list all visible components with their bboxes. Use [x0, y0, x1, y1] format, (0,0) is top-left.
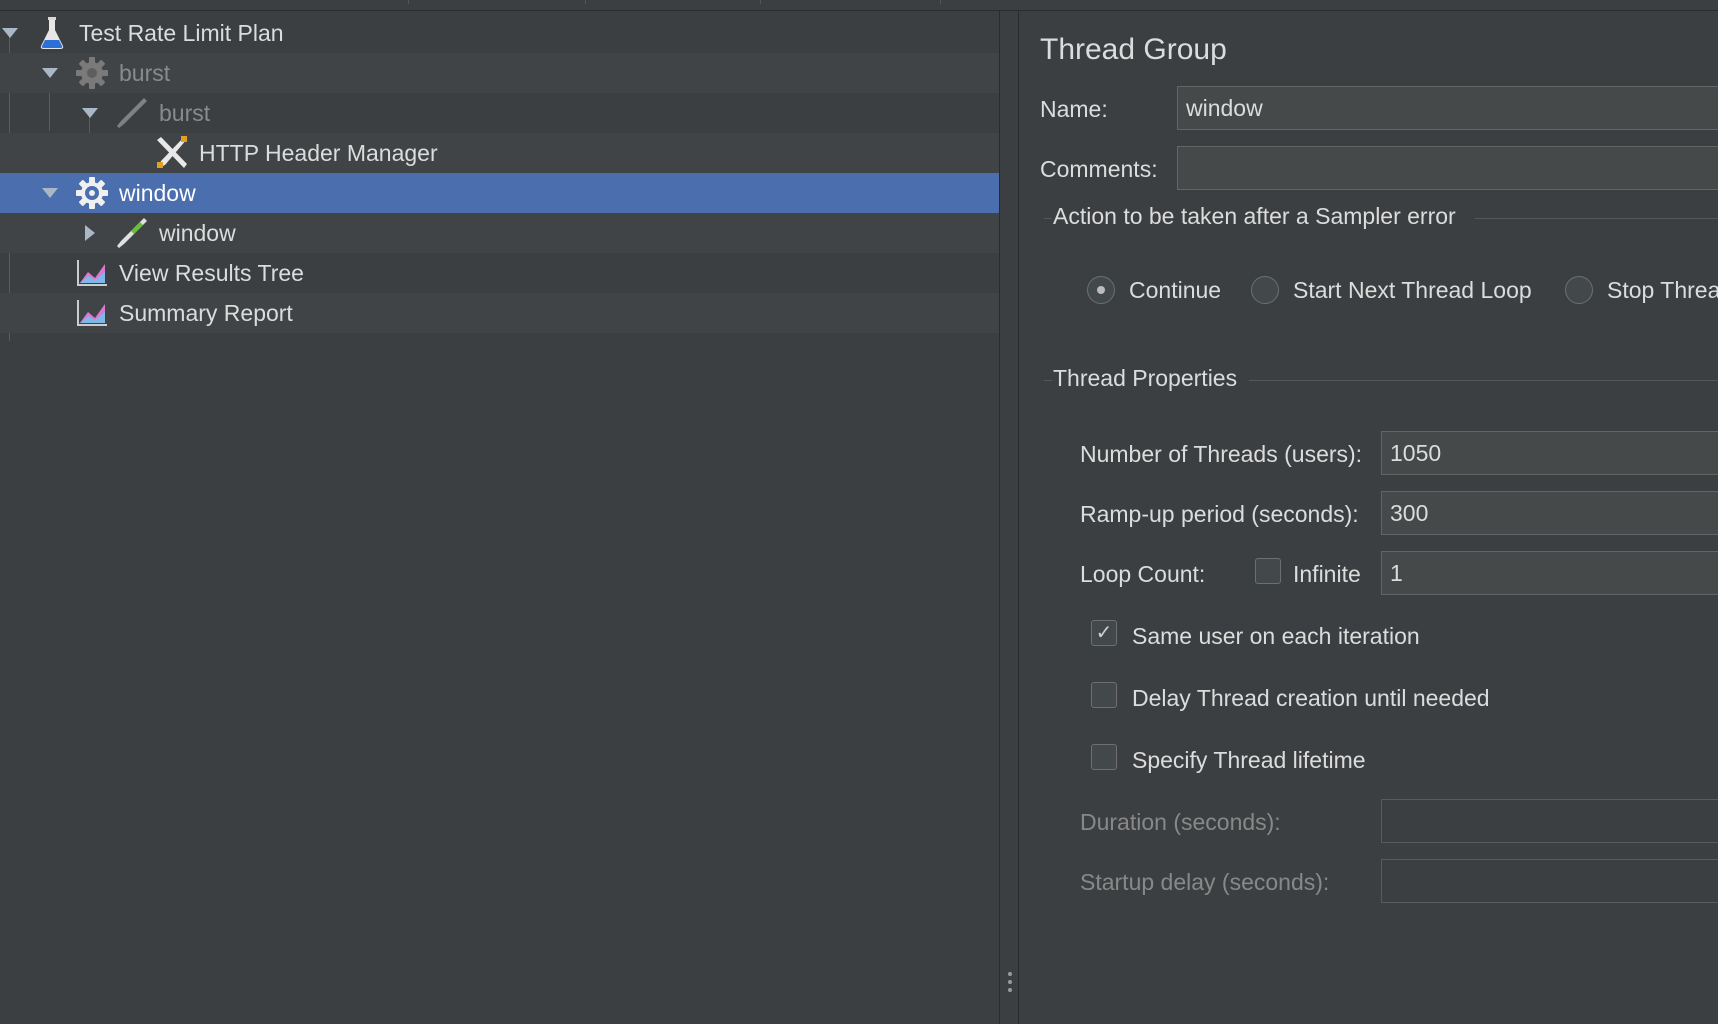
sampler-pipette-icon — [112, 213, 152, 253]
loop-count-label: Loop Count: — [1080, 561, 1206, 587]
stop-thread-radio-label[interactable]: Stop Threa — [1607, 277, 1718, 304]
tree-item-label: burst — [119, 59, 171, 86]
panel-title: Thread Group — [1040, 33, 1227, 66]
splitter-grip-dot — [1008, 988, 1012, 992]
specify-thread-lifetime-checkbox[interactable] — [1091, 744, 1117, 770]
duration-label: Duration (seconds): — [1080, 809, 1281, 835]
tree-item-label: window — [119, 179, 196, 206]
delay-thread-creation-checkbox[interactable] — [1091, 682, 1117, 708]
tree-item-window-sampler[interactable]: window — [0, 213, 999, 253]
tree-item-label: View Results Tree — [119, 259, 304, 286]
collapse-toggle[interactable] — [80, 103, 100, 123]
tree-item-view-results-tree[interactable]: View Results Tree — [0, 253, 999, 293]
toolbar-divider — [585, 0, 586, 4]
startup-delay-label: Startup delay (seconds): — [1080, 869, 1330, 895]
section-border — [1475, 218, 1718, 219]
specify-thread-lifetime-label[interactable]: Specify Thread lifetime — [1132, 747, 1366, 774]
comments-field[interactable] — [1177, 146, 1718, 190]
tree-item-window-thread-group[interactable]: window — [0, 173, 999, 213]
delay-thread-creation-label[interactable]: Delay Thread creation until needed — [1132, 685, 1490, 712]
name-field[interactable]: window — [1177, 86, 1718, 130]
start-next-thread-loop-label[interactable]: Start Next Thread Loop — [1293, 277, 1532, 304]
infinite-checkbox[interactable] — [1255, 558, 1281, 584]
section-border — [1044, 380, 1052, 381]
same-user-checkbox[interactable]: ✓ — [1091, 620, 1117, 646]
thread-group-panel: Thread Group Name: window Comments: Acti… — [1019, 11, 1718, 1024]
splitter-grip-dot — [1008, 972, 1012, 976]
rampup-period-field[interactable]: 300 — [1381, 491, 1718, 535]
sampler-pipette-icon — [112, 93, 152, 133]
panel-splitter[interactable] — [999, 11, 1019, 1024]
startup-delay-field[interactable] — [1381, 859, 1718, 903]
start-next-thread-loop-radio[interactable] — [1251, 276, 1279, 304]
tree-item-test-plan[interactable]: Test Rate Limit Plan — [0, 13, 999, 53]
tree-item-label: window — [159, 219, 236, 246]
top-toolbar-edge — [0, 0, 1718, 11]
toolbar-divider — [940, 0, 941, 4]
tree-item-label: Summary Report — [119, 299, 293, 326]
collapse-toggle[interactable] — [40, 63, 60, 83]
listener-chart-icon — [72, 293, 112, 333]
collapse-toggle[interactable] — [0, 23, 20, 43]
infinite-label[interactable]: Infinite — [1293, 561, 1361, 588]
name-label: Name: — [1040, 96, 1108, 122]
continue-radio-label[interactable]: Continue — [1129, 277, 1221, 304]
thread-group-gear-icon — [72, 173, 112, 213]
test-plan-tree[interactable]: Test Rate Limit Plan burst burst HTTP He… — [0, 11, 999, 1024]
tree-item-burst-thread-group[interactable]: burst — [0, 53, 999, 93]
number-of-threads-label: Number of Threads (users): — [1080, 441, 1363, 467]
sampler-error-legend: Action to be taken after a Sampler error — [1053, 203, 1456, 229]
continue-radio[interactable] — [1087, 276, 1115, 304]
tree-item-summary-report[interactable]: Summary Report — [0, 293, 999, 333]
tree-item-label: HTTP Header Manager — [199, 139, 438, 166]
toolbar-divider — [760, 0, 761, 4]
section-border — [1044, 218, 1052, 219]
toolbar-divider — [408, 0, 409, 4]
same-user-label[interactable]: Same user on each iteration — [1132, 623, 1420, 650]
section-border — [1249, 380, 1718, 381]
stop-thread-radio[interactable] — [1565, 276, 1593, 304]
tree-item-label: Test Rate Limit Plan — [79, 19, 284, 46]
config-tools-icon — [152, 133, 192, 173]
thread-properties-legend: Thread Properties — [1053, 365, 1238, 391]
thread-group-gear-icon — [72, 53, 112, 93]
tree-item-label: burst — [159, 99, 211, 126]
loop-count-field[interactable]: 1 — [1381, 551, 1718, 595]
expand-toggle[interactable] — [80, 223, 100, 243]
comments-label: Comments: — [1040, 156, 1158, 182]
tree-item-burst-sampler[interactable]: burst — [0, 93, 999, 133]
splitter-grip-dot — [1008, 980, 1012, 984]
collapse-toggle[interactable] — [40, 183, 60, 203]
test-plan-flask-icon — [32, 13, 72, 53]
listener-chart-icon — [72, 253, 112, 293]
tree-item-http-header-manager[interactable]: HTTP Header Manager — [0, 133, 999, 173]
number-of-threads-field[interactable]: 1050 — [1381, 431, 1718, 475]
duration-field[interactable] — [1381, 799, 1718, 843]
rampup-period-label: Ramp-up period (seconds): — [1080, 501, 1359, 527]
